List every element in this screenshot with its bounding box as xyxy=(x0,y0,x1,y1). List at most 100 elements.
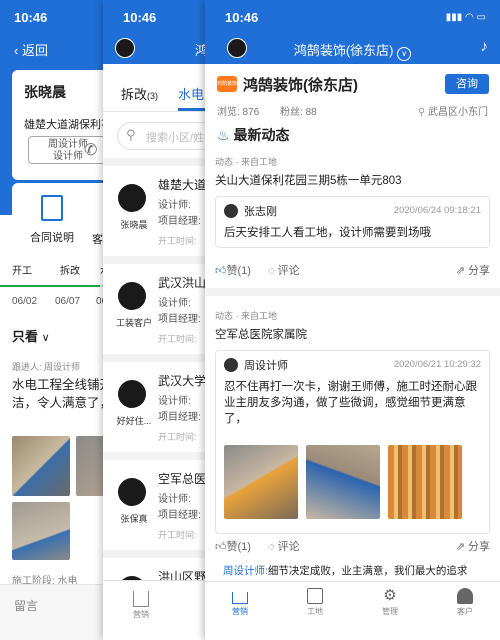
designer-label: 设计师: xyxy=(158,200,191,211)
post-text: 忍不住再打一次卡，谢谢王师傅，施工时还耐心跟业主朋友多沟通，做了些微调，感觉细节… xyxy=(224,381,477,425)
nav-customer[interactable]: 客户 xyxy=(435,588,495,617)
person-avatar xyxy=(118,380,146,408)
site-photo-1[interactable] xyxy=(12,436,70,496)
bell-icon[interactable]: ♪ xyxy=(481,38,489,55)
start-time-label: 开工时间: xyxy=(158,530,197,540)
follower-label: 跟进人: 周设计师 xyxy=(12,362,81,372)
site-title: 武汉洪山 xyxy=(158,276,207,290)
comment-icon: ◌ xyxy=(268,265,278,277)
share-button[interactable]: ⇗ 分享 xyxy=(456,538,490,554)
location-text: 武昌区小东门 xyxy=(428,107,488,118)
site-photo-3[interactable] xyxy=(12,502,70,560)
shop-logo: 鸿鹄装饰 xyxy=(217,76,237,92)
nav-site[interactable]: 工地 xyxy=(285,588,345,617)
post-text: 后天安排工人看工地，设计师需要到场哦 xyxy=(224,227,431,239)
views-count: 浏览: 876 xyxy=(217,107,260,118)
tab-plumbing[interactable]: 水电 xyxy=(178,84,204,103)
post-site[interactable]: 空军总医院家属院 xyxy=(215,326,490,342)
shop-switcher[interactable]: 鸿鹄装饰(徐东店) ∨ xyxy=(205,40,500,61)
location-pin-icon: ⚲ xyxy=(417,107,428,118)
latest-news-heading: ♨ 最新动态 xyxy=(217,125,289,145)
page-title: 鸿鹄装饰(徐东店) xyxy=(293,43,394,58)
person-avatar xyxy=(118,478,146,506)
tab-start[interactable]: 开工 xyxy=(12,262,32,277)
person-name: 好好住... xyxy=(116,416,152,426)
designer-quote: 周设计师:细节决定成败，业主满意，我们最大的追求 xyxy=(223,563,467,578)
tab-demolition[interactable]: 拆改 xyxy=(60,262,80,277)
post-photo-1[interactable] xyxy=(224,445,298,519)
post-photo-3[interactable] xyxy=(388,445,462,519)
tab-demolition-label: 拆改 xyxy=(121,87,148,102)
comment-button[interactable]: ◌ 评论 xyxy=(268,541,300,553)
like-button[interactable]: 👍︎赞(1) xyxy=(215,265,251,277)
nav-marketing-label: 营销 xyxy=(133,610,149,619)
tab-demolition[interactable]: 拆改(3) xyxy=(121,84,158,103)
comment-label: 评论 xyxy=(277,541,300,553)
post-tag: 动态 · 来自工地 xyxy=(215,157,277,167)
home-icon xyxy=(232,592,248,604)
like-count: 赞(1) xyxy=(226,265,251,277)
site-icon xyxy=(307,588,323,604)
filter-dropdown[interactable]: 只看 ∨ xyxy=(12,326,50,345)
gear-icon: ⚙ xyxy=(383,587,397,604)
nav-marketing[interactable]: 营销 xyxy=(111,587,171,620)
user-avatar[interactable] xyxy=(115,38,135,58)
post-body: 周设计师 2020/06/21 10:29:32 忍不住再打一次卡，谢谢王师傅，… xyxy=(215,350,490,534)
post-actions: 👍︎赞(1) ◌ 评论 ⇗ 分享 xyxy=(215,262,490,278)
person-name: 张保真 xyxy=(120,514,148,524)
nav-marketing[interactable]: 营销 xyxy=(210,588,270,617)
shop-stats: 浏览: 876 粉丝: 88 xyxy=(217,103,335,118)
comment-button[interactable]: ◌ 评论 xyxy=(268,265,300,277)
fans-count: 粉丝: 88 xyxy=(280,107,317,118)
fire-icon: ♨ xyxy=(217,127,234,143)
date-1: 06/02 xyxy=(12,296,38,307)
nav-customer-label: 客户 xyxy=(457,607,473,616)
comment-icon: ◌ xyxy=(268,541,278,553)
like-button[interactable]: 👍︎赞(1) xyxy=(215,541,251,553)
active-tab-indicator xyxy=(178,108,208,111)
nav-marketing-label: 营销 xyxy=(232,607,248,616)
contract-button[interactable]: 合同说明 xyxy=(30,195,74,245)
comment-label: 评论 xyxy=(277,265,300,277)
contract-label: 合同说明 xyxy=(30,232,74,244)
manager-label: 项目经理: xyxy=(158,510,201,521)
back-label: 返回 xyxy=(21,43,48,58)
filter-label: 只看 xyxy=(12,329,39,344)
person-name: 张晓晨 xyxy=(120,220,148,230)
shop-feed-panel: 10:46 ▮▮▮ ◠ ▭ 鸿鹄装饰(徐东店) ∨ ♪ 鸿鹄装饰 鸿鹄装饰(徐东… xyxy=(205,0,500,640)
document-icon xyxy=(41,195,63,221)
consult-button[interactable]: 咨询 xyxy=(445,74,489,94)
comment-placeholder: 留言 xyxy=(14,599,39,613)
share-icon: ⇗ xyxy=(455,541,468,553)
user-avatar-icon xyxy=(224,204,238,218)
post-tag: 动态 · 来自工地 xyxy=(215,311,277,321)
tab-demolition-count: (3) xyxy=(147,91,159,101)
post-time: 2020/06/24 09:18:21 xyxy=(393,205,481,216)
share-button[interactable]: ⇗ 分享 xyxy=(456,262,490,278)
thumbs-up-icon: 👍︎ xyxy=(215,265,227,277)
share-label: 分享 xyxy=(468,541,490,553)
nav-manage-label: 管理 xyxy=(382,607,398,616)
designer-label: 设计师: xyxy=(158,298,191,309)
nav-manage[interactable]: ⚙ 管理 xyxy=(360,588,420,617)
manager-label: 项目经理: xyxy=(158,412,201,423)
site-title: 雄楚大道 xyxy=(158,178,207,192)
status-time: 10:46 xyxy=(225,10,259,25)
post-site[interactable]: 关山大道保利花园三期5栋一单元803 xyxy=(215,172,490,188)
feed-post: 动态 · 来自工地 关山大道保利花园三期5栋一单元803 张志刚 2020/06… xyxy=(215,155,490,248)
back-button[interactable]: ‹ 返回 xyxy=(14,40,48,59)
latest-news-label: 最新动态 xyxy=(233,127,290,143)
site-photo-2[interactable] xyxy=(76,436,105,496)
start-time-label: 开工时间: xyxy=(158,432,197,442)
post-photo-2[interactable] xyxy=(306,445,380,519)
chevron-left-icon: ‹ xyxy=(14,43,22,58)
post-separator xyxy=(205,288,500,296)
chevron-down-icon: ∨ xyxy=(41,332,50,344)
shop-location[interactable]: ⚲ 武昌区小东门 xyxy=(418,103,488,118)
person-name: 工装客户 xyxy=(115,318,152,328)
like-count: 赞(1) xyxy=(226,541,251,553)
post-user: 张志刚 xyxy=(244,206,277,218)
phone-icon[interactable]: ✆ xyxy=(84,140,97,160)
person-avatar xyxy=(118,282,146,310)
post-time: 2020/06/21 10:29:32 xyxy=(393,359,481,370)
